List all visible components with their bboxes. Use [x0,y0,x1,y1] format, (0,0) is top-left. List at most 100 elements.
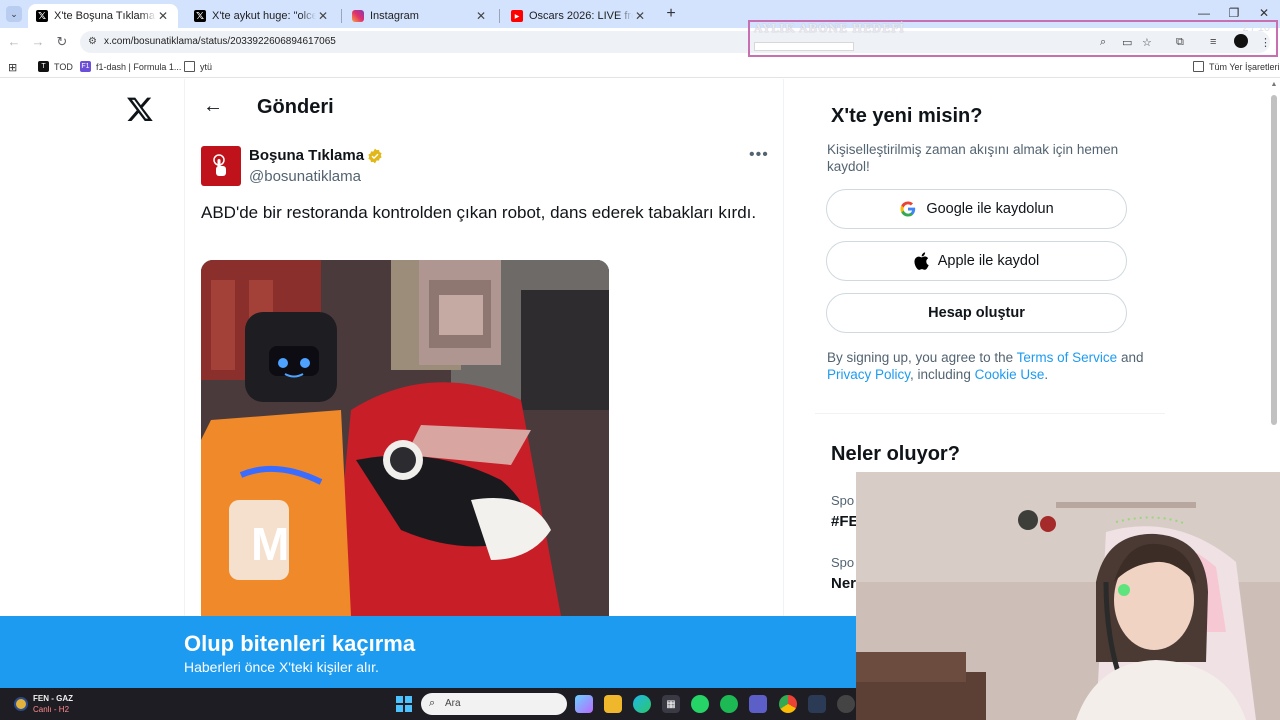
privacy-policy-link[interactable]: Privacy Policy [827,367,910,382]
main-column: ← Gönderi Boşuna Tıklama @bosunatiklama … [184,79,784,688]
back-arrow-icon[interactable]: ← [203,95,223,118]
tab-title: X'te Boşuna Tıklama: "ABD'de b [54,10,156,22]
tab-oscars[interactable]: ▶ Oscars 2026: LIVE from the Aca ✕ [503,4,655,28]
windows-taskbar: FEN - GAZ Canlı - H2 ⌕ Ara ▦ [0,688,856,720]
trend-category: Spo [831,555,855,570]
tap-hand-icon [213,154,226,176]
tab-title: Oscars 2026: LIVE from the Aca [529,10,633,22]
more-options-icon[interactable]: ••• [749,146,769,164]
create-account-button[interactable]: Hesap oluştur [826,293,1127,333]
youtube-favicon-icon: ▶ [511,10,523,22]
tab-separator [341,9,342,23]
forward-icon[interactable]: → [30,34,46,49]
copilot-icon[interactable] [575,695,593,713]
tab-boşuna-tiklama[interactable]: 𝕏 X'te Boşuna Tıklama: "ABD'de b ✕ [28,4,178,28]
bookmark-label: TOD [54,61,73,72]
bookmark-label: ytü [200,61,213,72]
close-tab-icon[interactable]: ✕ [316,9,330,23]
whatsapp-icon[interactable] [691,695,709,713]
site-info-icon[interactable]: ⚙ [88,36,97,47]
verified-badge-icon [368,148,382,164]
trend-item[interactable]: #FE [831,513,859,530]
cookie-use-link[interactable]: Cookie Use [975,367,1045,382]
apps-grid-icon[interactable]: ⊞ [8,61,17,74]
bookmark-tod[interactable]: T TOD [38,61,73,72]
sidebar-divider [815,413,1165,414]
reload-icon[interactable]: ↻ [54,34,70,50]
goal-title: AYLIK ABONE HEDEFİ [754,22,905,35]
banner-title: Olup bitenleri kaçırma [184,631,416,656]
trends-title: Neler oluyor? [831,443,960,465]
close-tab-icon[interactable]: ✕ [474,9,488,23]
app-icon[interactable] [837,695,855,713]
tab-title: Instagram [370,10,419,22]
new-tab-button[interactable]: + [662,5,680,23]
folder-icon [1193,61,1204,72]
signup-card: X'te yeni misin? Kişiselleştirilmiş zama… [815,95,1165,395]
taskbar-search-placeholder: Ara [445,698,461,709]
start-icon[interactable] [396,696,412,712]
restore-icon[interactable]: ❐ [1224,6,1244,20]
scrollbar-thumb[interactable] [1271,95,1277,425]
tab-aykut-huge[interactable]: 𝕏 X'te aykut huge: "olcem amk ya ✕ [186,4,338,28]
trend-item[interactable]: Ner [831,575,856,592]
match-widget-title[interactable]: FEN - GAZ [33,694,73,703]
banner-subtitle: Haberleri önce X'teki kişiler alır. [184,659,379,675]
spotify-icon[interactable] [720,695,738,713]
author-avatar[interactable] [201,146,241,186]
google-signup-button[interactable]: Google ile kaydolun [826,189,1127,229]
author-name[interactable]: Boşuna Tıklama [249,147,364,164]
close-tab-icon[interactable]: ✕ [156,9,170,23]
tab-title: X'te aykut huge: "olcem amk ya [212,10,316,22]
teams-icon[interactable] [749,695,767,713]
taskbar-search[interactable]: ⌕ Ara [421,693,567,715]
chrome-icon[interactable] [779,695,797,713]
all-bookmarks-label: Tüm Yer İşaretleri [1209,61,1280,72]
tab-search-icon[interactable]: ⌄ [6,6,22,22]
x-favicon-icon: 𝕏 [194,10,206,22]
all-bookmarks[interactable]: Tüm Yer İşaretleri [1193,61,1280,72]
x-logo-icon[interactable] [126,95,154,123]
terms-and: and [1120,350,1144,365]
signup-subtitle: Kişiselleştirilmiş zaman akışını almak i… [827,142,1119,174]
app-icon[interactable] [808,695,826,713]
page-title: Gönderi [257,96,334,118]
create-account-label: Hesap oluştur [928,305,1025,321]
terms-including: , including [910,367,971,382]
svg-text:M: M [251,518,289,570]
tab-instagram[interactable]: Instagram ✕ [344,4,496,28]
tweet-video[interactable]: M [201,260,609,616]
bookmark-ytu[interactable]: ytü [184,61,212,72]
file-explorer-icon[interactable] [604,695,622,713]
close-tab-icon[interactable]: ✕ [633,9,647,23]
apple-signup-label: Apple ile kaydol [937,253,1040,269]
tab-separator [499,9,500,23]
terms-prefix: By signing up, you agree to the [827,350,1014,365]
apple-signup-button[interactable]: Apple ile kaydol [826,241,1127,281]
bookmark-f1-dash[interactable]: F1 f1-dash | Formula 1... [80,61,181,72]
instagram-favicon-icon [352,10,364,22]
folder-icon [184,61,195,72]
match-widget-status: Canlı - H2 [33,705,70,714]
search-icon: ⌕ [429,697,436,709]
back-icon[interactable]: ← [6,34,22,49]
trend-category: Spo [831,493,855,508]
google-icon [899,200,917,218]
webcam-overlay [856,472,1280,720]
scroll-up-icon[interactable]: ▲ [1270,81,1278,88]
apple-icon [914,252,929,270]
url-text[interactable]: x.com/bosunatiklama/status/2033922606894… [104,36,336,47]
webcam-feed [856,472,1280,720]
author-handle[interactable]: @bosunatiklama [249,168,361,185]
tod-favicon-icon: T [38,61,49,72]
f1-favicon-icon: F1 [80,61,91,72]
subscriber-goal-overlay: AYLIK ABONE HEDEFİ 2 / 10 [748,20,1278,57]
store-icon[interactable]: ▦ [662,695,680,713]
bookmarks-bar: ⊞ T TOD F1 f1-dash | Formula 1... ytü Tü… [0,56,1280,78]
terms-of-service-link[interactable]: Terms of Service [1017,350,1118,365]
edge-icon[interactable] [633,695,651,713]
close-window-icon[interactable]: ✕ [1254,6,1274,20]
minimize-icon[interactable]: — [1194,6,1214,20]
google-signup-label: Google ile kaydolun [926,201,1054,217]
match-widget-icon[interactable] [14,697,28,711]
